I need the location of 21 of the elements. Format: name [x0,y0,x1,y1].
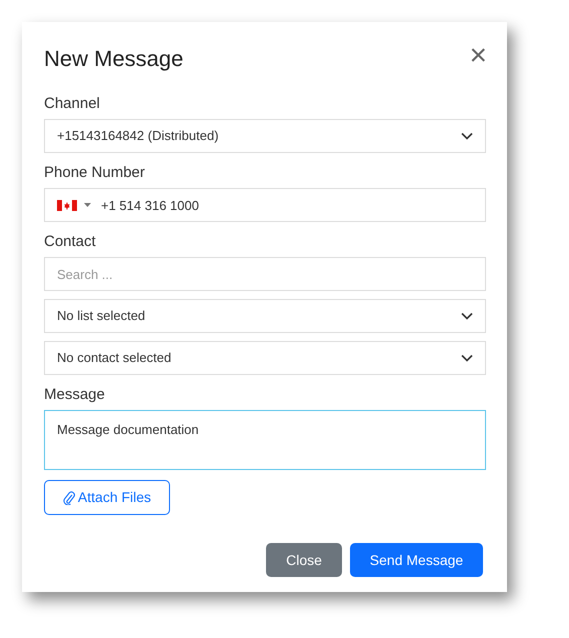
close-button[interactable]: Close [266,543,342,577]
chevron-down-icon [461,354,473,362]
select-field[interactable]: +15143164842 (Distributed) [44,119,486,153]
paperclip-icon [62,490,75,504]
chevron-down-icon [461,132,473,140]
dialog-title: New Message [44,45,184,73]
select-field[interactable]: No contact selected [44,341,486,375]
flag-icon [57,200,77,211]
field-label: Phone Number [44,164,146,182]
send-button[interactable]: Send Message [350,543,483,577]
chevron-down-icon [461,312,473,320]
phone-field[interactable]: +1 514 316 1000 [44,188,486,222]
message-field[interactable]: Message documentation [44,410,486,470]
field-label: Contact [44,233,97,251]
select-field[interactable]: No list selected [44,299,486,333]
field-label: Channel [44,95,101,113]
search-field[interactable]: Search ... [44,257,486,291]
field-label: Message [44,386,106,404]
caret-icon[interactable] [84,203,91,207]
attach-files-button[interactable]: Attach Files [44,480,170,515]
close-button[interactable]: × [469,44,487,68]
